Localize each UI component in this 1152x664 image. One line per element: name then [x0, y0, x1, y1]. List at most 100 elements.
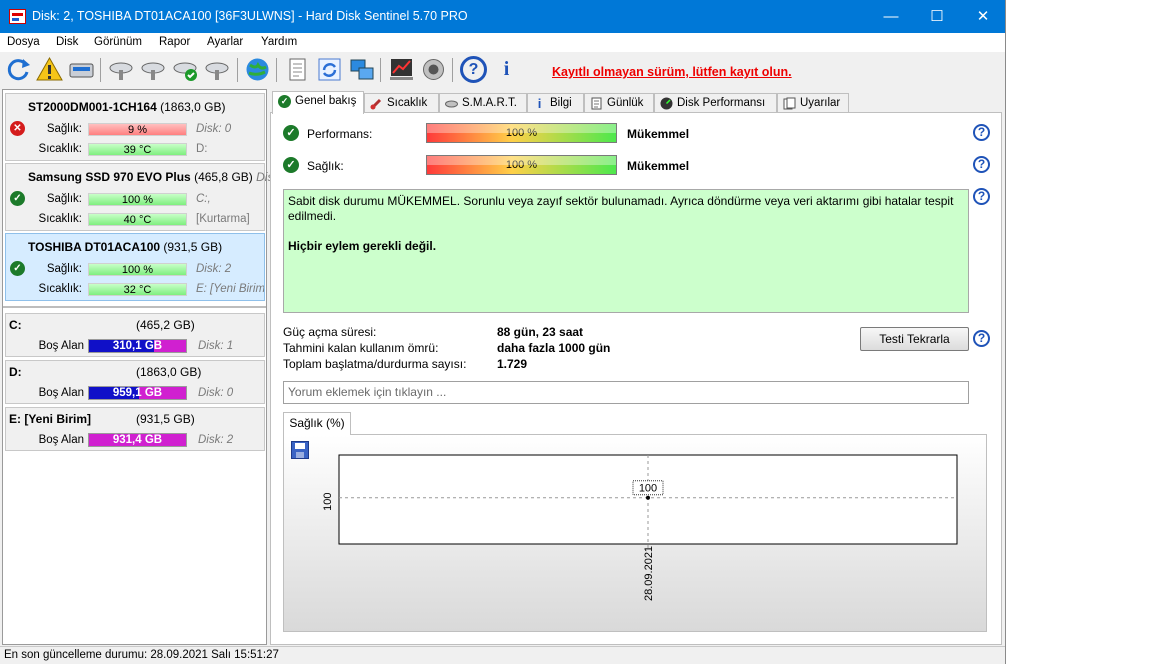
tab-log[interactable]: Günlük: [584, 93, 654, 113]
menu-bar: Dosya Disk Görünüm Rapor Ayarlar Yardım: [0, 33, 1005, 52]
disk-item-st2000[interactable]: ST2000DM001-1CH164 (1863,0 GB) ✕ Sağlık:…: [5, 93, 265, 161]
maximize-button[interactable]: ☐: [914, 0, 960, 33]
free-space-label: Boş Alan: [38, 387, 84, 399]
disk-tool-2-icon[interactable]: [140, 56, 167, 83]
tab-overview[interactable]: ✓ Genel bakış: [272, 91, 364, 114]
health-label: Sağlık:: [307, 159, 344, 173]
volume-item-d[interactable]: D: (1863,0 GB) Boş Alan 959,1 GB Disk: 0: [5, 360, 265, 404]
retest-button[interactable]: Testi Tekrarla: [860, 327, 969, 351]
temperature-bar: 32 °C: [88, 283, 187, 296]
health-bar: 100 %: [88, 263, 187, 276]
tab-alerts[interactable]: Uyarılar: [777, 93, 849, 113]
disk-health-row: ✕ Sağlık: 9 % Disk: 0: [6, 121, 266, 137]
volume-name: E: [Yeni Birim]: [9, 412, 92, 426]
disk-partitions: E: [Yeni Birim]: [196, 283, 264, 295]
disk-name: Samsung SSD 970 EVO Plus (465,8 GB) Disk…: [28, 170, 283, 184]
free-space-value: 310,1 GB: [112, 340, 163, 352]
disk-number: Disk: 0: [196, 123, 232, 135]
disk-icon[interactable]: [68, 56, 95, 83]
volume-disk: Disk: 0: [198, 387, 234, 399]
tab-label: Bilgi: [550, 97, 572, 109]
disk-tool-1-icon[interactable]: [108, 56, 135, 83]
speaker-icon[interactable]: [420, 56, 447, 83]
performance-label: Performans:: [307, 127, 373, 141]
tab-label: Disk Performansı: [677, 97, 766, 109]
tab-disk-performance[interactable]: Disk Performansı: [654, 93, 777, 113]
disk-list-panel: ST2000DM001-1CH164 (1863,0 GB) ✕ Sağlık:…: [2, 89, 283, 645]
disk-partitions: C:,: [196, 193, 211, 205]
disk-check-icon[interactable]: [172, 56, 199, 83]
volume-item-c[interactable]: C: (465,2 GB) Boş Alan 310,1 GB Disk: 1: [5, 313, 265, 357]
tab-health-chart[interactable]: Sağlık (%): [283, 412, 351, 435]
toolbar: ? i Kayıtlı olmayan sürüm, lütfen kayıt …: [0, 52, 1005, 88]
menu-yardim[interactable]: Yardım: [261, 36, 297, 48]
power-on-value: 88 gün, 23 saat: [497, 325, 584, 339]
health-bar: 100 %: [88, 193, 187, 206]
disk-health-row: ✓ Sağlık: 100 % Disk: 2: [6, 261, 266, 277]
window-title: Disk: 2, TOSHIBA DT01ACA100 [36F3ULWNS] …: [32, 9, 468, 23]
status-description-box: Sabit disk durumu MÜKEMMEL. Sorunlu veya…: [283, 189, 969, 313]
info-icon[interactable]: i: [493, 56, 520, 83]
volume-size: (1863,0 GB): [136, 365, 202, 379]
disk-health-row: ✓ Sağlık: 100 % C:,: [6, 191, 266, 207]
title-bar: Disk: 2, TOSHIBA DT01ACA100 [36F3ULWNS] …: [0, 0, 1005, 33]
status-text: Sabit disk durumu MÜKEMMEL. Sorunlu veya…: [288, 194, 954, 223]
log-icon: [591, 97, 602, 110]
warning-icon[interactable]: [36, 56, 63, 83]
disk-temp-row: Sıcaklık: 32 °C E: [Yeni Birim]: [6, 281, 266, 297]
health-bar: 9 %: [88, 123, 187, 136]
disk-number: Disk: 2: [196, 263, 232, 275]
close-button[interactable]: ✕: [960, 0, 1005, 33]
disk-name: TOSHIBA DT01ACA100 (931,5 GB): [28, 240, 223, 254]
disk-temp-row: Sıcaklık: 39 °C D:: [6, 141, 266, 157]
disk-partitions: D:: [196, 143, 208, 155]
menu-dosya[interactable]: Dosya: [7, 36, 40, 48]
network-icon[interactable]: [348, 56, 375, 83]
registration-notice-link[interactable]: Kayıtlı olmayan sürüm, lütfen kayıt olun…: [552, 65, 792, 79]
tab-strip: ✓ Genel bakış Sıcaklık S.M.A.R.T. i Bilg…: [270, 91, 1005, 114]
menu-ayarlar[interactable]: Ayarlar: [207, 36, 243, 48]
sync-icon[interactable]: [316, 56, 343, 83]
retest-help-icon[interactable]: ?: [973, 330, 990, 347]
tab-smart[interactable]: S.M.A.R.T.: [439, 93, 527, 113]
health-meter: 100 %: [426, 155, 617, 175]
free-space-bar: 310,1 GB: [88, 339, 187, 353]
toolbar-separator: [380, 58, 381, 82]
chart-x-tick-label: 28.09.2021: [643, 546, 655, 601]
health-ok-icon: ✓: [283, 157, 299, 173]
refresh-icon[interactable]: [5, 56, 32, 83]
minimize-button[interactable]: —: [868, 0, 914, 33]
health-chart-panel: 100 28.09.2021 100: [283, 434, 987, 632]
health-chart: 100 28.09.2021 100: [322, 454, 958, 601]
performance-help-icon[interactable]: ?: [973, 124, 990, 141]
power-on-label: Güç açma süresi:: [283, 325, 377, 339]
temperature-bar: 40 °C: [88, 213, 187, 226]
status-action: Hiçbir eylem gerekli değil.: [288, 239, 437, 253]
health-help-icon[interactable]: ?: [973, 156, 990, 173]
volume-item-e[interactable]: E: [Yeni Birim] (931,5 GB) Boş Alan 931,…: [5, 407, 265, 451]
status-help-icon[interactable]: ?: [973, 188, 990, 205]
start-stop-value: 1.729: [497, 357, 528, 371]
tab-temperature[interactable]: Sıcaklık: [364, 93, 439, 113]
app-window: Disk: 2, TOSHIBA DT01ACA100 [36F3ULWNS] …: [0, 0, 1006, 664]
status-bar: En son güncelleme durumu: 28.09.2021 Sal…: [0, 646, 1005, 664]
tab-info[interactable]: i Bilgi: [527, 93, 584, 113]
menu-gorunum[interactable]: Görünüm: [94, 36, 142, 48]
disk-tool-3-icon[interactable]: [204, 56, 231, 83]
disk-item-toshiba[interactable]: TOSHIBA DT01ACA100 (931,5 GB) ✓ Sağlık: …: [5, 233, 265, 301]
menu-disk[interactable]: Disk: [56, 36, 78, 48]
disk-item-samsung[interactable]: Samsung SSD 970 EVO Plus (465,8 GB) Disk…: [5, 163, 283, 231]
report-icon[interactable]: [284, 56, 311, 83]
remaining-life-value: daha fazla 1000 gün: [497, 341, 611, 355]
volume-disk: Disk: 1: [198, 340, 234, 352]
menu-rapor[interactable]: Rapor: [159, 36, 190, 48]
last-update-status: En son güncelleme durumu: 28.09.2021 Sal…: [4, 649, 279, 661]
temperature-label: Sıcaklık:: [38, 283, 82, 295]
comment-input[interactable]: Yorum eklemek için tıklayın ...: [283, 381, 969, 404]
chart-icon[interactable]: [388, 56, 415, 83]
globe-icon[interactable]: [244, 56, 271, 83]
tab-label: S.M.A.R.T.: [462, 97, 517, 109]
performance-ok-icon: ✓: [283, 125, 299, 141]
health-label: Sağlık:: [46, 263, 82, 275]
help-icon[interactable]: ?: [460, 56, 487, 83]
